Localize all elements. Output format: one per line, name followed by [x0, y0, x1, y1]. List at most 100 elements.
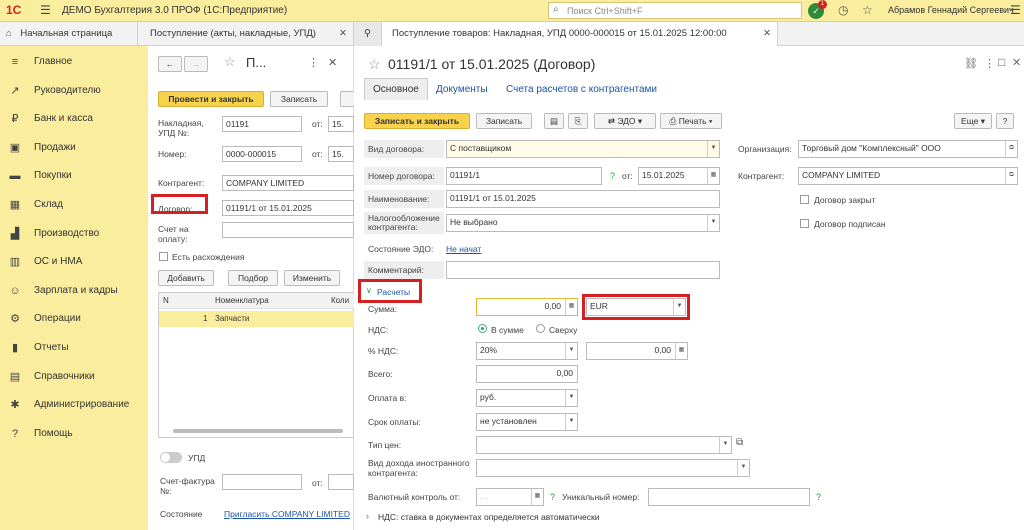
sf-number-input[interactable]	[222, 474, 302, 490]
tax-select[interactable]: Не выбрано ▼	[446, 214, 720, 232]
price-type-label: Тип цен:	[368, 440, 402, 450]
pin-icon[interactable]: ⚲	[354, 22, 382, 46]
edo-state-link[interactable]: Не начат	[446, 244, 481, 254]
close-icon[interactable]: ✕	[339, 22, 347, 46]
tab-documents[interactable]: Документы	[436, 84, 488, 95]
help-icon[interactable]: ?	[610, 171, 615, 181]
user-name[interactable]: Абрамов Геннадий Сергеевич	[888, 5, 1014, 15]
save-and-close-button[interactable]: Записать и закрыть	[364, 113, 470, 129]
number-input[interactable]: 0000-000015	[222, 146, 302, 162]
contract-closed-checkbox[interactable]	[800, 195, 809, 204]
vat-section-header[interactable]: › НДС: ставка в документах определяется …	[364, 510, 664, 524]
edo-button[interactable]: ⇄ ЭДО ▾	[594, 113, 656, 129]
term-select[interactable]: не установлен ▼	[476, 413, 578, 431]
favorites-icon[interactable]: ☆	[862, 3, 873, 17]
close-icon[interactable]: ✕	[328, 56, 337, 69]
sidebar-item-label: Продажи	[34, 141, 76, 153]
history-icon[interactable]: ◷	[838, 3, 848, 17]
sidebar-item[interactable]: ✱ Администрирование	[0, 391, 148, 419]
price-type-select[interactable]: ▼	[476, 436, 732, 454]
comment-input[interactable]	[446, 261, 720, 279]
list-icon[interactable]: ▤	[544, 113, 564, 129]
invite-link[interactable]: Пригласить COMPANY LIMITED	[224, 509, 350, 519]
discrepancy-checkbox[interactable]	[159, 252, 168, 261]
more-icon[interactable]: ⋮	[984, 57, 995, 70]
sidebar-item[interactable]: ▦ Склад	[0, 191, 148, 219]
income-select[interactable]: ▼	[476, 459, 750, 477]
tab-accounts[interactable]: Счета расчетов с контрагентами	[506, 84, 657, 95]
date-input[interactable]: 15.01.2025 ▦	[638, 167, 720, 185]
save-button[interactable]: Записать	[476, 113, 532, 129]
post-and-close-button[interactable]: Провести и закрыть	[158, 91, 264, 107]
select-items-button[interactable]: Подбор	[228, 270, 278, 286]
forward-button[interactable]: →	[184, 56, 208, 72]
maximize-icon[interactable]: □	[998, 55, 1005, 69]
sidebar-item[interactable]: ≡ Главное	[0, 48, 148, 76]
sidebar-item[interactable]: ₽ Банк и касса	[0, 105, 148, 133]
tab-receipts-list[interactable]: Поступление (акты, накладные, УПД) ✕	[138, 22, 354, 46]
star-icon[interactable]: ☆	[368, 56, 381, 73]
number-date-input[interactable]: 15.	[328, 146, 354, 162]
table-scrollbar[interactable]	[173, 429, 343, 433]
sidebar-item[interactable]: ☺ Зарплата и кадры	[0, 277, 148, 305]
tab-main[interactable]: Основное	[364, 78, 428, 100]
sum-input[interactable]: 0,00 ▦	[476, 298, 578, 316]
close-icon[interactable]: ✕	[1012, 56, 1021, 69]
contract-signed-checkbox[interactable]	[800, 219, 809, 228]
sidebar-item[interactable]: ▥ ОС и НМА	[0, 248, 148, 276]
sidebar-item[interactable]: ▟ Производство	[0, 220, 148, 248]
unique-number-input[interactable]	[648, 488, 810, 506]
close-icon[interactable]: ✕	[763, 22, 771, 46]
save-button[interactable]: Записать	[270, 91, 328, 107]
menu-icon[interactable]: ☰	[40, 3, 51, 17]
link-icon[interactable]: ⛓	[964, 57, 978, 70]
sidebar-item[interactable]: ⚙ Операции	[0, 305, 148, 333]
contract-form: ☆ 01191/1 от 15.01.2025 (Договор) ⛓ ⋮ □ …	[354, 46, 1024, 530]
vat-rate-select[interactable]: 20% ▼	[476, 342, 578, 360]
sidebar-item[interactable]: ▮ Отчеты	[0, 334, 148, 362]
back-button[interactable]: ←	[158, 56, 182, 72]
currency-control-date[interactable]: . . ▦	[476, 488, 544, 506]
help-icon[interactable]: ?	[550, 492, 555, 502]
contractor-input[interactable]: COMPANY LIMITED ⧉	[798, 167, 1018, 185]
attachment-icon[interactable]: ⎘	[568, 113, 588, 129]
sidebar-item[interactable]: ▬ Покупки	[0, 162, 148, 190]
invoice-date-input[interactable]: 15.	[328, 116, 354, 132]
pay-invoice-input[interactable]	[222, 222, 354, 238]
help-button[interactable]: ?	[996, 113, 1014, 129]
vat-amount-input[interactable]: 0,00 ▦	[586, 342, 688, 360]
more-button[interactable]	[340, 91, 354, 107]
gear-icon: ✱	[10, 399, 20, 412]
print-button[interactable]: ⎙ Печать ▾	[660, 113, 722, 129]
table-row[interactable]: 1 Запчасти	[159, 311, 355, 327]
star-icon[interactable]: ☆	[224, 54, 236, 70]
document-title: П...	[246, 55, 267, 70]
vat-in-sum-radio[interactable]	[478, 324, 487, 333]
pay-in-select[interactable]: руб. ▼	[476, 389, 578, 407]
open-icon[interactable]: ⧉	[736, 437, 743, 448]
contract-label-highlight	[151, 194, 208, 214]
tab-receipt-document[interactable]: Поступление товаров: Накладная, УПД 0000…	[382, 22, 778, 46]
kind-select[interactable]: С поставщиком ▼	[446, 140, 720, 158]
add-row-button[interactable]: Добавить	[158, 270, 214, 286]
sf-date-input[interactable]	[328, 474, 354, 490]
number-input[interactable]: 01191/1	[446, 167, 602, 185]
more-icon[interactable]: ⋮	[308, 56, 319, 69]
change-button[interactable]: Изменить	[284, 270, 340, 286]
vat-over-radio[interactable]	[536, 324, 545, 333]
tab-home[interactable]: ⌂ Начальная страница	[0, 22, 138, 46]
invoice-number-input[interactable]: 01191	[222, 116, 302, 132]
sidebar-item-label: Помощь	[34, 427, 73, 439]
contractor-input[interactable]: COMPANY LIMITED	[222, 175, 354, 191]
sidebar-item[interactable]: ? Помощь	[0, 420, 148, 448]
main-menu-icon[interactable]: ☰	[1010, 3, 1021, 17]
name-input[interactable]: 01191/1 от 15.01.2025	[446, 190, 720, 208]
more-actions-button[interactable]: Еще ▾	[954, 113, 992, 129]
sidebar-item[interactable]: ↗ Руководителю	[0, 77, 148, 105]
help-icon[interactable]: ?	[816, 492, 821, 502]
contract-input[interactable]: 01191/1 от 15.01.2025	[222, 200, 354, 216]
org-input[interactable]: Торговый дом "Комплексный" ООО ⧉	[798, 140, 1018, 158]
sidebar-item[interactable]: ▣ Продажи	[0, 134, 148, 162]
global-search-input[interactable]: ⌕ Поиск Ctrl+Shift+F	[548, 2, 802, 19]
sidebar-item[interactable]: ▤ Справочники	[0, 363, 148, 391]
